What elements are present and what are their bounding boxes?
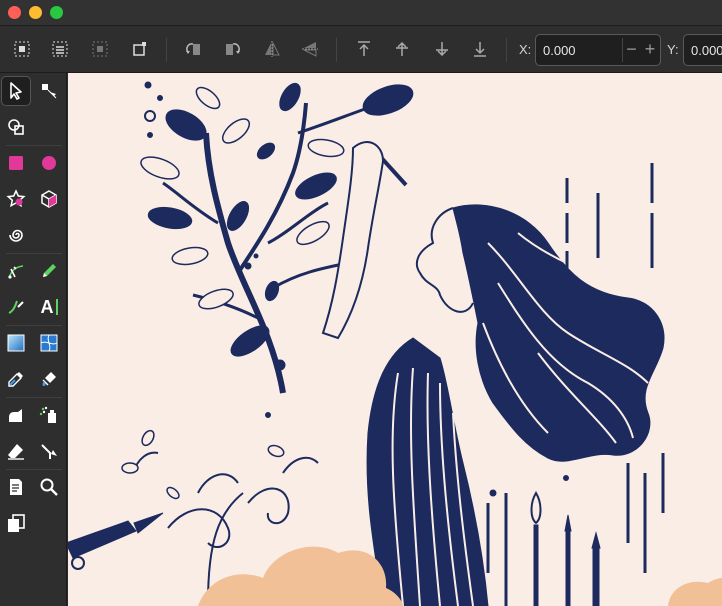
document-page [68,73,722,606]
pen-icon [8,265,24,279]
y-label: Y: [667,42,679,57]
dropper-tool[interactable] [1,364,31,394]
connector-tool[interactable] [34,436,64,466]
lower-to-bottom-icon[interactable] [468,37,492,61]
minimize-window-button[interactable] [29,6,42,19]
zoom-icon [40,478,58,496]
mesh-tool[interactable] [34,328,64,358]
pencil-tool[interactable] [34,256,64,286]
title-bar [0,0,722,26]
flip-vertical-icon[interactable] [298,37,322,61]
toolbox-separator [6,397,62,398]
circle-tool[interactable] [34,148,64,178]
gradient-tool[interactable] [1,328,31,358]
spray-icon [39,406,56,423]
rectangle-tool[interactable] [1,148,31,178]
toolbox-separator [6,253,62,254]
toolbar-separator [506,38,507,62]
raise-icon[interactable] [390,37,414,61]
eraser-icon [8,444,24,460]
paint-bucket-tool[interactable] [34,364,64,394]
text-tool[interactable]: A [34,292,64,322]
pages-tool[interactable] [1,472,31,502]
toolbox: A [0,73,67,606]
pages-icon [10,479,22,495]
eraser-tool[interactable] [1,436,31,466]
zoom-tool[interactable] [34,472,64,502]
gradient-icon [7,334,25,352]
select-all-layers-icon[interactable] [48,37,72,61]
selector-tool[interactable] [1,76,31,106]
text-icon: A [40,296,54,317]
node-icon [42,84,57,99]
rotate-ccw-icon[interactable] [182,37,206,61]
flip-horizontal-icon[interactable] [260,37,284,61]
node-tool[interactable] [34,76,64,106]
mesh-icon [40,334,58,352]
zoom-window-button[interactable] [50,6,63,19]
artwork-illustration [68,81,722,606]
clone-tool[interactable] [1,508,31,538]
box-3d-icon [41,190,57,208]
selector-icon [10,82,22,100]
circle-icon [42,156,56,170]
star-icon [6,189,26,208]
calligraphy-icon [8,300,24,314]
shape-builder-icon [8,119,24,135]
tweak-tool[interactable] [1,400,31,430]
select-all-icon[interactable] [10,37,34,61]
bounding-box-icon[interactable] [128,37,152,61]
x-label: X: [519,42,532,57]
pen-tool[interactable] [1,256,31,286]
text-cursor-icon [55,299,58,315]
toolbar-separator [336,38,337,62]
star-tool[interactable] [1,184,31,214]
y-coordinate-field[interactable]: 0.000 [683,34,722,66]
calligraphy-tool[interactable] [1,292,31,322]
x-coordinate-field[interactable]: 0.000 − + [535,34,661,66]
shape-builder-tool[interactable] [1,112,31,142]
x-increment-button[interactable]: + [641,38,659,62]
toolbar-separator [166,38,167,62]
dropper-icon [8,372,23,387]
spiral-tool[interactable] [1,220,31,250]
tool-controls-bar: X: 0.000 − + Y: 0.000 [0,26,722,73]
y-coordinate-value[interactable]: 0.000 [691,43,722,58]
x-decrement-button[interactable]: − [622,38,640,62]
close-window-button[interactable] [8,6,21,19]
toolbox-separator [6,469,62,470]
toolbox-separator [6,325,62,326]
tweak-icon [9,409,22,422]
rotate-cw-icon[interactable] [220,37,244,61]
deselect-icon[interactable] [88,37,112,61]
raise-to-top-icon[interactable] [352,37,376,61]
lower-icon[interactable] [430,37,454,61]
spray-tool[interactable] [34,400,64,430]
box-3d-tool[interactable] [34,184,64,214]
rectangle-icon [9,156,23,170]
spiral-icon [9,229,23,242]
x-coordinate-value[interactable]: 0.000 [543,43,576,58]
canvas[interactable] [68,73,722,606]
toolbox-separator [6,145,62,146]
pencil-icon [43,264,56,277]
connector-icon [41,444,57,459]
clone-icon [8,514,25,532]
paint-bucket-icon [42,372,56,386]
